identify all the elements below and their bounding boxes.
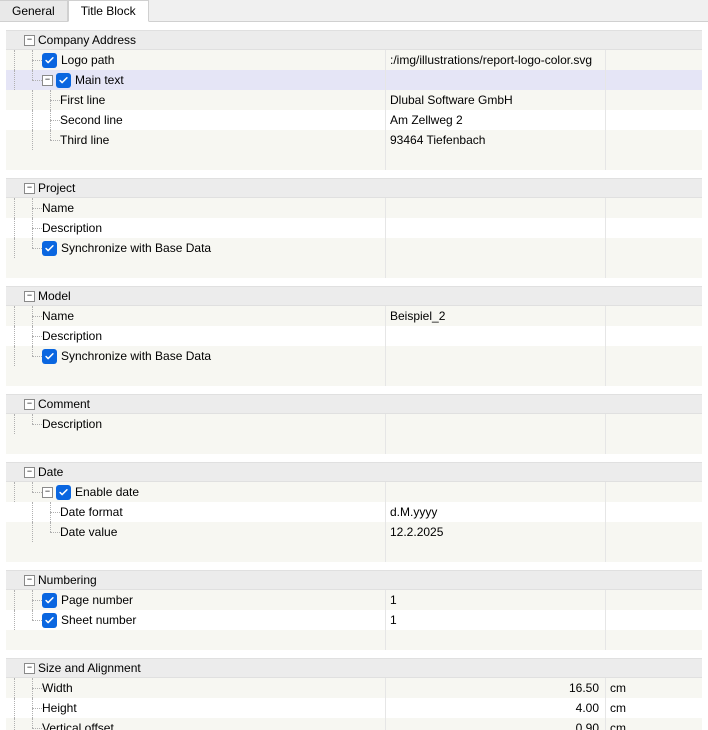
- value[interactable]: 4.00: [386, 698, 606, 718]
- group-model[interactable]: − Model: [6, 286, 702, 306]
- value[interactable]: 1: [386, 610, 606, 630]
- label: Third line: [60, 133, 109, 147]
- minus-icon[interactable]: −: [24, 663, 35, 674]
- row-model-sync[interactable]: Synchronize with Base Data: [6, 346, 702, 366]
- group-label: Project: [38, 181, 75, 195]
- group-company-address[interactable]: − Company Address: [6, 30, 702, 50]
- label: Logo path: [61, 53, 114, 67]
- group-comment[interactable]: − Comment: [6, 394, 702, 414]
- label: First line: [60, 93, 105, 107]
- tab-title-block[interactable]: Title Block: [68, 0, 149, 22]
- row-model-name[interactable]: Name Beispiel_2: [6, 306, 702, 326]
- value[interactable]: [386, 414, 606, 434]
- row-comment-description[interactable]: Description: [6, 414, 702, 434]
- value[interactable]: 0.90: [386, 718, 606, 730]
- row-page-number[interactable]: Page number 1: [6, 590, 702, 610]
- label: Description: [42, 417, 102, 431]
- minus-icon[interactable]: −: [24, 35, 35, 46]
- minus-icon[interactable]: −: [42, 487, 53, 498]
- value[interactable]: 1: [386, 590, 606, 610]
- checkbox-model-sync[interactable]: [42, 349, 57, 364]
- row-project-sync[interactable]: Synchronize with Base Data: [6, 238, 702, 258]
- row-first-line[interactable]: First line Dlubal Software GmbH: [6, 90, 702, 110]
- minus-icon[interactable]: −: [24, 291, 35, 302]
- value[interactable]: [386, 218, 606, 238]
- unit: cm: [606, 678, 702, 698]
- checkbox-logo-path[interactable]: [42, 53, 57, 68]
- checkbox-project-sync[interactable]: [42, 241, 57, 256]
- unit: cm: [606, 698, 702, 718]
- row-logo-path[interactable]: Logo path :/img/illustrations/report-log…: [6, 50, 702, 70]
- group-label: Size and Alignment: [38, 661, 141, 675]
- property-tree: − Company Address Logo path :/img/illust…: [0, 22, 708, 730]
- value[interactable]: 16.50: [386, 678, 606, 698]
- label: Synchronize with Base Data: [61, 349, 211, 363]
- row-second-line[interactable]: Second line Am Zellweg 2: [6, 110, 702, 130]
- group-size-alignment[interactable]: − Size and Alignment: [6, 658, 702, 678]
- label: Page number: [61, 593, 133, 607]
- checkbox-page-number[interactable]: [42, 593, 57, 608]
- row-vertical-offset[interactable]: Vertical offset 0.90 cm: [6, 718, 702, 730]
- value[interactable]: d.M.yyyy: [386, 502, 606, 522]
- label: Description: [42, 221, 102, 235]
- row-date-format[interactable]: Date format d.M.yyyy: [6, 502, 702, 522]
- value[interactable]: Dlubal Software GmbH: [386, 90, 606, 110]
- tab-bar: General Title Block: [0, 0, 708, 22]
- value[interactable]: Beispiel_2: [386, 306, 606, 326]
- group-numbering[interactable]: − Numbering: [6, 570, 702, 590]
- value[interactable]: 93464 Tiefenbach: [386, 130, 606, 150]
- row-project-description[interactable]: Description: [6, 218, 702, 238]
- label: Width: [42, 681, 73, 695]
- label: Height: [42, 701, 77, 715]
- value[interactable]: :/img/illustrations/report-logo-color.sv…: [386, 50, 606, 70]
- group-label: Company Address: [38, 33, 136, 47]
- minus-icon[interactable]: −: [24, 183, 35, 194]
- group-date[interactable]: − Date: [6, 462, 702, 482]
- label: Synchronize with Base Data: [61, 241, 211, 255]
- row-model-description[interactable]: Description: [6, 326, 702, 346]
- row-date-value[interactable]: Date value 12.2.2025: [6, 522, 702, 542]
- checkbox-main-text[interactable]: [56, 73, 71, 88]
- tab-general[interactable]: General: [0, 0, 68, 21]
- row-project-name[interactable]: Name: [6, 198, 702, 218]
- minus-icon[interactable]: −: [42, 75, 53, 86]
- value[interactable]: [386, 198, 606, 218]
- label: Date value: [60, 525, 117, 539]
- minus-icon[interactable]: −: [24, 467, 35, 478]
- label: Date format: [60, 505, 123, 519]
- label: Enable date: [75, 485, 139, 499]
- group-label: Comment: [38, 397, 90, 411]
- group-label: Numbering: [38, 573, 97, 587]
- checkbox-sheet-number[interactable]: [42, 613, 57, 628]
- row-height[interactable]: Height 4.00 cm: [6, 698, 702, 718]
- label: Second line: [60, 113, 123, 127]
- value[interactable]: 12.2.2025: [386, 522, 606, 542]
- value[interactable]: Am Zellweg 2: [386, 110, 606, 130]
- minus-icon[interactable]: −: [24, 399, 35, 410]
- label: Name: [42, 309, 74, 323]
- checkbox-enable-date[interactable]: [56, 485, 71, 500]
- label: Description: [42, 329, 102, 343]
- label: Vertical offset: [42, 721, 114, 730]
- group-label: Date: [38, 465, 63, 479]
- row-enable-date[interactable]: − Enable date: [6, 482, 702, 502]
- label: Name: [42, 201, 74, 215]
- row-width[interactable]: Width 16.50 cm: [6, 678, 702, 698]
- group-project[interactable]: − Project: [6, 178, 702, 198]
- unit: cm: [606, 718, 702, 730]
- label: Sheet number: [61, 613, 136, 627]
- row-main-text[interactable]: − Main text: [6, 70, 702, 90]
- group-label: Model: [38, 289, 71, 303]
- value[interactable]: [386, 326, 606, 346]
- row-sheet-number[interactable]: Sheet number 1: [6, 610, 702, 630]
- label: Main text: [75, 73, 124, 87]
- minus-icon[interactable]: −: [24, 575, 35, 586]
- row-third-line[interactable]: Third line 93464 Tiefenbach: [6, 130, 702, 150]
